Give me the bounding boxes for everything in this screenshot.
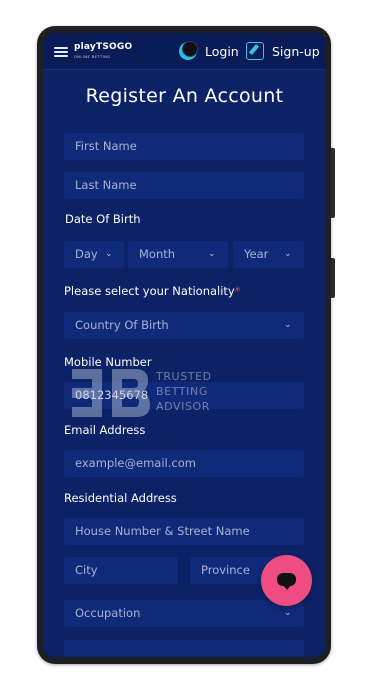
- chevron-down-icon: ⌄: [284, 249, 292, 259]
- phone-side-button: [331, 148, 335, 218]
- chat-icon: [277, 573, 296, 590]
- email-input[interactable]: example@email.com: [64, 450, 304, 477]
- address-label: Residential Address: [64, 491, 177, 505]
- top-navigation-bar: playTSOGO ONLINE BETTING Login Sign-up: [43, 33, 326, 70]
- email-label: Email Address: [64, 423, 146, 437]
- logo-text: playTSOGO: [74, 42, 133, 52]
- chevron-down-icon: ⌄: [208, 249, 216, 259]
- hamburger-menu-icon[interactable]: [54, 47, 68, 57]
- last-name-field[interactable]: Last Name: [64, 172, 304, 199]
- day-select[interactable]: Day ⌄: [64, 241, 124, 268]
- dob-label: Date Of Birth: [65, 212, 141, 226]
- nationality-label-text: Please select your Nationality: [64, 284, 235, 298]
- street-address-input[interactable]: House Number & Street Name: [64, 518, 304, 545]
- mobile-label: Mobile Number: [64, 355, 152, 369]
- chevron-down-icon: ⌄: [105, 249, 113, 259]
- brand-logo[interactable]: playTSOGO ONLINE BETTING: [74, 43, 132, 62]
- login-label: Login: [205, 43, 239, 59]
- month-select[interactable]: Month ⌄: [128, 241, 228, 268]
- month-select-value: Month: [139, 247, 176, 261]
- nationality-label: Please select your Nationality*: [64, 284, 241, 298]
- next-field-partial[interactable]: [64, 640, 304, 657]
- signup-icon: [246, 42, 264, 60]
- occupation-select[interactable]: Occupation ⌄: [64, 600, 304, 627]
- signup-button[interactable]: Sign-up: [246, 42, 320, 60]
- country-of-birth-select[interactable]: Country Of Birth ⌄: [64, 312, 304, 339]
- occupation-select-value: Occupation: [75, 606, 141, 620]
- chat-button[interactable]: [261, 555, 312, 606]
- year-select-value: Year: [244, 247, 269, 261]
- logo-subtext: ONLINE BETTING: [74, 55, 111, 59]
- signup-label: Sign-up: [272, 43, 320, 59]
- login-button[interactable]: Login: [179, 41, 239, 60]
- page-title: Register An Account: [85, 85, 284, 107]
- mobile-number-input[interactable]: 0812345678: [64, 382, 304, 409]
- country-select-value: Country Of Birth: [75, 318, 169, 332]
- city-input[interactable]: City: [64, 557, 178, 584]
- phone-side-button: [331, 258, 335, 298]
- year-select[interactable]: Year ⌄: [233, 241, 304, 268]
- chevron-down-icon: ⌄: [284, 320, 292, 330]
- required-marker: *: [234, 284, 241, 298]
- first-name-field[interactable]: First Name: [64, 133, 304, 160]
- login-icon: [179, 41, 198, 60]
- day-select-value: Day: [75, 247, 98, 261]
